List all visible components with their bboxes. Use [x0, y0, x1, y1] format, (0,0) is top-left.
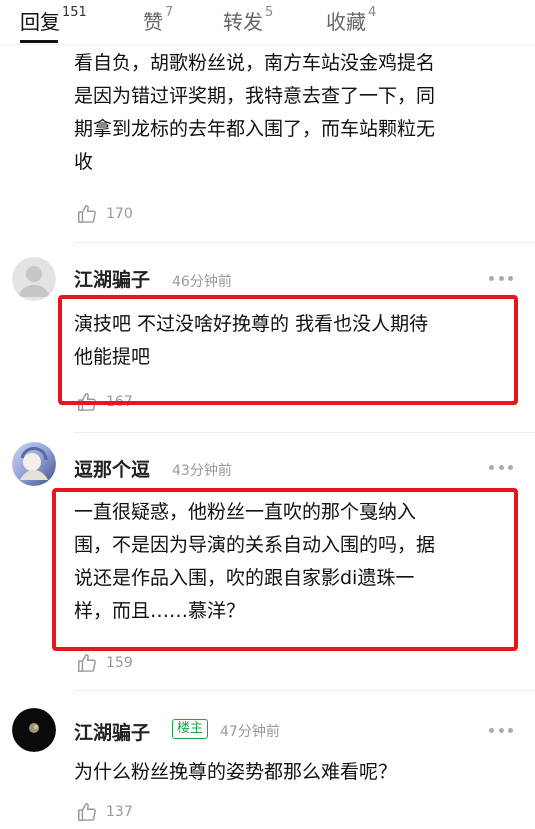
thumbs-up-icon — [78, 205, 96, 223]
like-button[interactable]: 159 — [76, 652, 133, 674]
avatar[interactable] — [12, 708, 56, 752]
comment-line: 一直很疑惑，他粉丝一直吹的那个戛纳入 — [74, 501, 417, 523]
tab-likes-count: 7 — [165, 5, 174, 20]
comment-line: 看自负，胡歌粉丝说，南方车站没金鸡提名 — [74, 52, 436, 74]
tab-reposts[interactable]: 转发 5 — [223, 5, 274, 38]
thumbs-up-icon — [78, 654, 96, 672]
tab-reposts-count: 5 — [265, 5, 274, 20]
avatar[interactable] — [12, 257, 56, 301]
comment-line: 说还是作品入围，吹的跟自家影di遗珠一 — [74, 567, 415, 589]
comment-line: 样，而且……慕洋？ — [74, 600, 246, 622]
tab-favorites-label: 收藏 — [326, 10, 366, 34]
comment-divider — [74, 690, 535, 691]
username[interactable]: 江湖骗子 — [74, 265, 150, 292]
op-badge: 楼主 — [172, 719, 209, 739]
default-avatar-icon — [12, 257, 56, 301]
anime-avatar-icon — [12, 442, 56, 486]
comment-line: 他能提吧 — [74, 346, 151, 368]
tab-favorites-count: 4 — [368, 5, 377, 20]
comment-line: 期拿到龙标的去年都入围了，而车站颗粒无 — [74, 118, 436, 140]
dark-moon-avatar-icon — [12, 708, 56, 752]
comment-text: 演技吧 不过没啥好挽尊的 我看也没人期待 他能提吧 — [74, 308, 514, 374]
active-tab-indicator — [20, 40, 58, 43]
tab-replies[interactable]: 回复 151 — [20, 5, 87, 38]
tab-likes-label: 赞 — [143, 10, 163, 34]
like-count: 170 — [106, 206, 133, 222]
timestamp: 46分钟前 — [172, 274, 232, 290]
comment-line: 收 — [74, 151, 94, 173]
comment-line: 演技吧 不过没啥好挽尊的 我看也没人期待 — [74, 313, 429, 335]
like-button[interactable]: 137 — [76, 801, 133, 823]
comment-divider — [74, 242, 535, 243]
like-count: 137 — [106, 804, 133, 820]
like-button[interactable]: 167 — [76, 391, 133, 413]
thumbs-up-icon — [78, 803, 96, 821]
more-options-icon[interactable] — [489, 727, 513, 733]
comment-text: 一直很疑惑，他粉丝一直吹的那个戛纳入 围，不是因为导演的关系自动入围的吗，据 说… — [74, 496, 514, 628]
tab-replies-label: 回复 — [20, 10, 60, 34]
like-button[interactable]: 170 — [76, 203, 133, 225]
comment-line: 围，不是因为导演的关系自动入围的吗，据 — [74, 534, 436, 556]
tab-favorites[interactable]: 收藏 4 — [326, 5, 377, 38]
like-count: 167 — [106, 394, 133, 410]
username[interactable]: 逗那个逗 — [74, 455, 150, 482]
username[interactable]: 江湖骗子 — [74, 718, 150, 745]
comment-text: 为什么粉丝挽尊的姿势都那么难看呢？ — [74, 756, 514, 789]
more-options-icon[interactable] — [489, 275, 513, 281]
comment-line: 是因为错过评奖期，我特意去查了一下，同 — [74, 85, 436, 107]
like-count: 159 — [106, 655, 133, 671]
avatar[interactable] — [12, 442, 56, 486]
comment-text: 看自负，胡歌粉丝说，南方车站没金鸡提名 是因为错过评奖期，我特意去查了一下，同 … — [74, 47, 514, 179]
tab-reposts-label: 转发 — [223, 10, 263, 34]
timestamp: 47分钟前 — [220, 724, 280, 740]
timestamp: 43分钟前 — [172, 463, 232, 479]
comment-line: 为什么粉丝挽尊的姿势都那么难看呢？ — [74, 761, 398, 783]
tab-replies-count: 151 — [62, 5, 87, 20]
comments-page: 回复 151 赞 7 转发 5 收藏 4 看自负，胡歌粉丝说，南方车站没金鸡提名… — [0, 0, 535, 829]
more-options-icon[interactable] — [489, 464, 513, 470]
comment-divider — [74, 432, 535, 433]
tab-bar: 回复 151 赞 7 转发 5 收藏 4 — [0, 0, 535, 45]
tab-likes[interactable]: 赞 7 — [143, 5, 174, 38]
thumbs-up-icon — [78, 393, 96, 411]
